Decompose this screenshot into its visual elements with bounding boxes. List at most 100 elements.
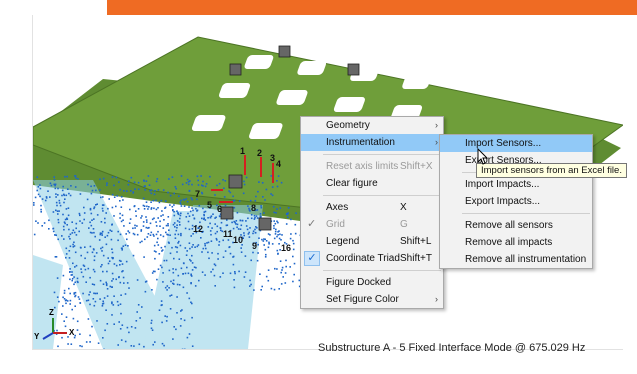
point-marker [101, 232, 103, 235]
menu-item-figure-docked[interactable]: Figure Docked [301, 274, 443, 291]
svg-text:X: X [69, 328, 75, 337]
menu-item-set-figure-color[interactable]: Set Figure Color › [301, 291, 443, 308]
menu-item-export-impacts[interactable]: Export Impacts... [440, 193, 592, 210]
menu-item-reset-axis-limits[interactable]: Reset axis limits Shift+X [301, 158, 443, 175]
point-marker [147, 233, 150, 235]
point-marker [40, 211, 42, 213]
point-marker [117, 304, 120, 307]
sensor-cube[interactable] [220, 206, 234, 220]
point-marker [116, 300, 119, 303]
point-marker [78, 212, 81, 215]
point-marker [161, 342, 164, 345]
point-marker [106, 234, 109, 237]
menu-item-remove-all-sensors[interactable]: Remove all sensors [440, 217, 592, 234]
menu-item-import-sensors[interactable]: Import Sensors... [440, 135, 592, 152]
point-marker [151, 289, 153, 291]
sensor-cube[interactable] [258, 217, 272, 231]
point-marker [166, 285, 169, 287]
point-marker [161, 266, 163, 269]
point-marker [86, 198, 89, 201]
point-marker [191, 254, 193, 257]
point-marker [285, 223, 288, 225]
point-marker [285, 265, 287, 268]
menu-item-legend[interactable]: Legend Shift+L [301, 233, 443, 250]
point-marker [274, 233, 277, 235]
menu-item-import-impacts[interactable]: Import Impacts... [440, 176, 592, 193]
sensor-cube[interactable] [228, 174, 243, 189]
point-marker [180, 175, 183, 177]
point-marker [154, 257, 156, 260]
menu-item-instrumentation[interactable]: Instrumentation › [301, 134, 443, 151]
sensor-cube[interactable] [278, 45, 291, 58]
point-marker [99, 178, 101, 181]
point-marker [216, 184, 218, 187]
point-marker [97, 342, 100, 344]
point-marker [98, 239, 101, 241]
sensor-cube[interactable] [229, 63, 242, 76]
point-marker [99, 279, 102, 282]
point-marker [55, 256, 58, 258]
point-marker [64, 175, 66, 178]
point-marker [144, 189, 146, 191]
point-marker [257, 190, 259, 193]
point-marker [197, 184, 200, 186]
point-marker [92, 268, 95, 271]
point-marker [162, 281, 164, 283]
point-marker [176, 224, 178, 226]
point-marker [177, 242, 179, 244]
point-marker [57, 218, 60, 221]
point-marker [84, 246, 86, 248]
point-marker [180, 205, 183, 207]
point-marker [239, 228, 242, 230]
sensor-label: 5 [207, 200, 212, 210]
point-marker [69, 303, 71, 305]
point-marker [214, 232, 217, 235]
point-marker [179, 244, 182, 247]
menu-item-remove-all-instrumentation[interactable]: Remove all instrumentation [440, 251, 592, 268]
point-marker [102, 270, 104, 273]
point-marker [108, 198, 110, 200]
menu-separator [323, 195, 441, 196]
point-marker [119, 212, 121, 215]
point-marker [150, 322, 153, 324]
point-marker [164, 315, 166, 317]
menu-item-clear-figure[interactable]: Clear figure [301, 175, 443, 192]
point-marker [79, 302, 81, 304]
point-marker [272, 205, 275, 208]
menu-item-axes[interactable]: Axes X [301, 199, 443, 216]
point-marker [243, 183, 246, 186]
point-marker [157, 237, 159, 240]
point-marker [223, 196, 226, 198]
point-marker [125, 233, 127, 235]
point-marker [169, 194, 172, 197]
point-marker [236, 226, 238, 229]
point-marker [143, 208, 146, 210]
point-marker [175, 229, 178, 232]
menu-item-geometry[interactable]: Geometry › [301, 117, 443, 134]
point-marker [151, 272, 154, 274]
point-marker [111, 193, 114, 196]
point-marker [169, 295, 171, 297]
point-marker [63, 320, 65, 322]
point-marker [191, 262, 194, 264]
menu-item-remove-all-impacts[interactable]: Remove all impacts [440, 234, 592, 251]
point-marker [112, 278, 114, 280]
point-marker [153, 217, 155, 220]
point-marker [118, 321, 120, 323]
point-marker [115, 278, 117, 281]
point-marker [160, 300, 163, 302]
point-marker [236, 211, 239, 214]
point-marker [210, 271, 212, 273]
point-marker [201, 271, 204, 273]
point-marker [160, 246, 163, 249]
point-marker [159, 264, 162, 267]
menu-item-grid[interactable]: ✓ Grid G [301, 216, 443, 233]
menu-item-coordinate-triad[interactable]: ✓ Coordinate Triad Shift+T [301, 250, 443, 267]
sensor-cube[interactable] [347, 63, 360, 76]
point-marker [273, 288, 276, 291]
point-marker [273, 227, 275, 230]
point-marker [79, 246, 82, 249]
point-marker [151, 329, 154, 331]
point-marker [212, 213, 214, 215]
point-marker [202, 207, 204, 210]
